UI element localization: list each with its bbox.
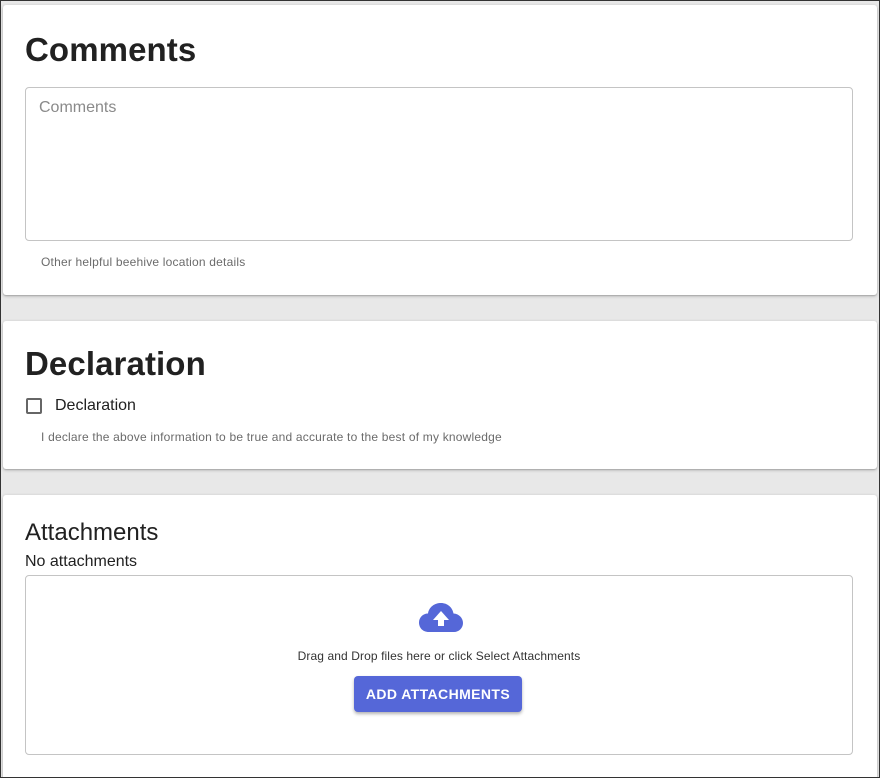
attachments-empty-text: No attachments	[25, 553, 138, 570]
attachments-card: Attachments No attachments Drag and Drop…	[3, 495, 877, 777]
cloud-upload-icon	[419, 603, 463, 632]
comments-card: Comments Other helpful beehive location …	[3, 5, 877, 295]
comments-helper-text: Other helpful beehive location details	[41, 255, 246, 269]
comments-field-container	[25, 87, 853, 241]
comments-textarea[interactable]	[26, 88, 852, 240]
declaration-card: Declaration Declaration I declare the ab…	[3, 321, 877, 469]
add-attachments-button[interactable]: ADD ATTACHMENTS	[354, 676, 522, 712]
declaration-checkbox-row[interactable]: Declaration	[26, 397, 136, 415]
attachments-title: Attachments	[25, 519, 159, 546]
form-frame: Comments Other helpful beehive location …	[0, 0, 880, 778]
declaration-title: Declaration	[25, 345, 206, 382]
declaration-checkbox-label[interactable]: Declaration	[55, 397, 136, 415]
declaration-helper-text: I declare the above information to be tr…	[41, 430, 502, 444]
dropzone-instruction-text: Drag and Drop files here or click Select…	[297, 649, 581, 663]
comments-title: Comments	[25, 31, 197, 68]
declaration-checkbox[interactable]	[26, 398, 42, 414]
attachments-dropzone[interactable]: Drag and Drop files here or click Select…	[25, 575, 853, 755]
